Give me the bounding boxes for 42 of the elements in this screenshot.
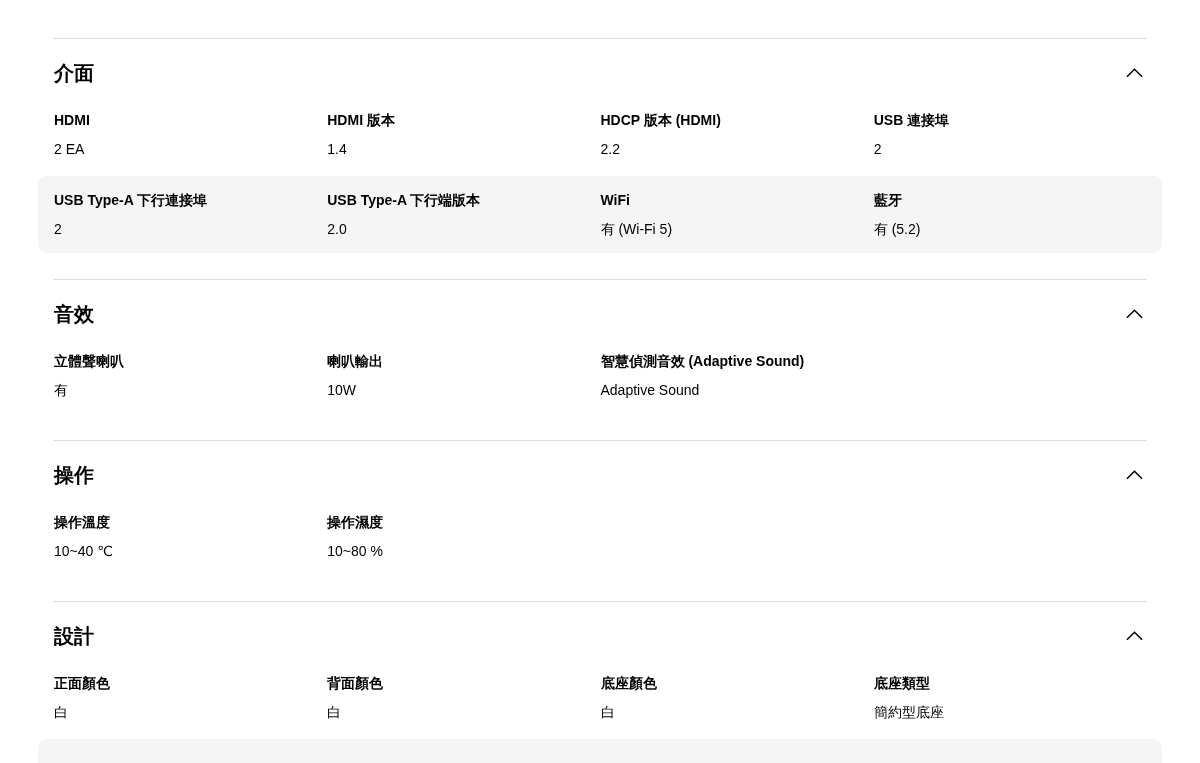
spec-value: 有 (5.2) xyxy=(873,220,922,239)
spec-value: 2 xyxy=(873,140,883,159)
spec-value: 簡約型底座 xyxy=(873,703,945,722)
section-title: 介面 xyxy=(54,61,94,86)
spec-value: 白 xyxy=(600,703,616,722)
spec-value: 10W xyxy=(327,381,358,400)
spec-value: 2.2 xyxy=(600,140,621,159)
spec-label: HDMI 版本 xyxy=(327,111,396,130)
spec-label: 喇叭輸出 xyxy=(327,352,385,371)
spec-value: 1.4 xyxy=(327,140,348,159)
spec-label: 操作濕度 xyxy=(327,513,385,532)
spec-label: 智慧偵測音效 (Adaptive Sound) xyxy=(600,352,806,371)
chevron-icon[interactable] xyxy=(1126,309,1143,319)
spec-value: 白 xyxy=(54,703,69,722)
spec-label: USB Type-A 下行連接埠 xyxy=(54,191,209,210)
spec-label: 藍牙 xyxy=(873,191,903,210)
spec-value: 2.0 xyxy=(327,220,348,239)
spec-value: 2 xyxy=(54,220,63,239)
chevron-icon[interactable] xyxy=(1126,470,1143,480)
spec-label: 底座類型 xyxy=(873,674,931,693)
spec-label: HDMI xyxy=(54,111,91,130)
spec-value: 白 xyxy=(327,703,343,722)
section-title: 操作 xyxy=(54,463,94,488)
spec-label: USB Type-A 下行端版本 xyxy=(327,191,482,210)
spec-value: Adaptive Sound xyxy=(600,381,701,400)
spec-label: HDCP 版本 (HDMI) xyxy=(600,111,722,130)
section-title: 設計 xyxy=(54,624,94,649)
spec-value: 10~80 % xyxy=(327,542,384,561)
spec-label: 立體聲喇叭 xyxy=(54,352,125,371)
spec-label: 正面顏色 xyxy=(54,674,111,693)
chevron-icon[interactable] xyxy=(1126,631,1143,641)
spec-value: 10~40 ℃ xyxy=(54,542,114,561)
spec-value: 2 EA xyxy=(54,140,86,159)
spec-label: 底座顏色 xyxy=(600,674,658,693)
spec-value: 有 xyxy=(54,381,69,400)
section-title: 音效 xyxy=(54,302,94,327)
spec-label: USB 連接埠 xyxy=(873,111,951,130)
spec-label: WiFi xyxy=(600,191,631,210)
spec-label: 背面顏色 xyxy=(327,674,385,693)
spec-label: 操作溫度 xyxy=(54,513,111,532)
spec-value: 有 (Wi-Fi 5) xyxy=(600,220,674,239)
chevron-icon[interactable] xyxy=(1126,68,1143,78)
